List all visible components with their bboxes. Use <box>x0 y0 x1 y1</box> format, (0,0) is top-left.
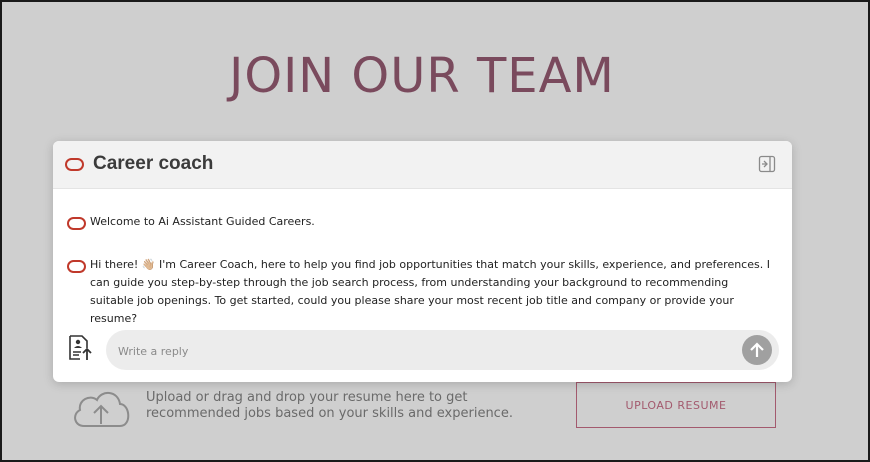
page-title: JOIN OUR TEAM <box>229 48 615 104</box>
resume-upload-area[interactable]: Upload or drag and drop your resume here… <box>66 382 826 442</box>
app-frame: JOIN OUR TEAM Upload or drag and drop yo… <box>0 0 870 462</box>
arrow-up-icon <box>750 342 764 357</box>
message-text: Hi there! 👋🏼 I'm Career Coach, here to h… <box>90 258 770 325</box>
reply-input[interactable] <box>116 340 720 362</box>
upload-instructions: Upload or drag and drop your resume here… <box>146 390 513 421</box>
collapse-panel-icon[interactable] <box>758 155 776 173</box>
chat-header: Career coach <box>53 141 792 189</box>
career-coach-chat-modal: Career coach Welcome to Ai Assistant Gui… <box>53 141 792 382</box>
assistant-avatar-icon <box>67 260 86 273</box>
reply-box <box>106 330 779 370</box>
upload-document-icon[interactable] <box>67 334 93 362</box>
chat-title: Career coach <box>93 153 214 174</box>
send-button[interactable] <box>742 335 772 365</box>
reply-composer <box>53 328 792 374</box>
brand-logo-icon <box>65 158 84 171</box>
chat-message: Hi there! 👋🏼 I'm Career Coach, here to h… <box>53 256 792 325</box>
cloud-upload-icon <box>74 392 130 427</box>
chat-message: Welcome to Ai Assistant Guided Careers. <box>53 213 792 233</box>
message-text: Welcome to Ai Assistant Guided Careers. <box>90 215 315 228</box>
upload-resume-button[interactable]: UPLOAD RESUME <box>576 382 776 428</box>
assistant-avatar-icon <box>67 217 86 230</box>
